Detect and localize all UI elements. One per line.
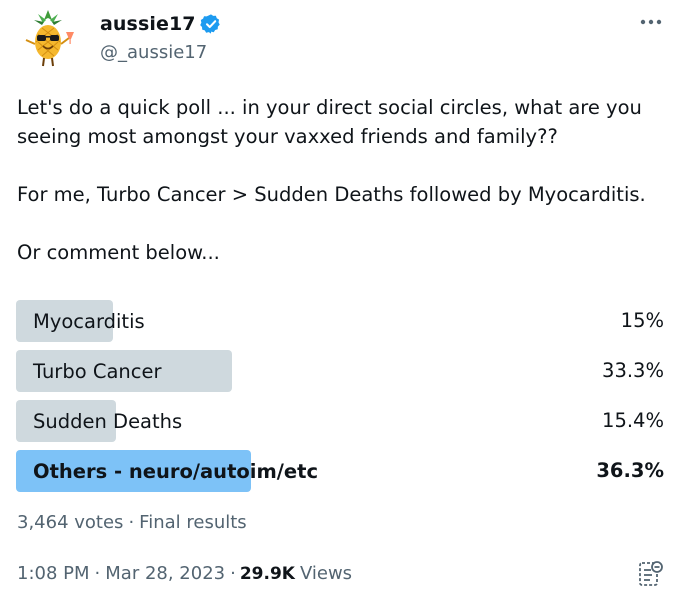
separator-dot: ·: [94, 563, 101, 584]
poll-status: Final results: [139, 512, 247, 533]
post-analytics-icon: [639, 561, 663, 586]
post-analytics-button[interactable]: [638, 560, 664, 588]
views-count: 29.9K: [239, 563, 295, 584]
more-options-button[interactable]: [636, 10, 666, 34]
poll-votes: 3,464 votes: [17, 512, 124, 533]
poll-option-label: Sudden Deaths: [33, 409, 183, 433]
poll-option-label: Turbo Cancer: [33, 359, 162, 383]
poll-option-percent: 15.4%: [602, 409, 664, 432]
author-info: aussie17 @_aussie17: [100, 12, 222, 63]
more-options-icon: [640, 19, 662, 25]
tweet-header: aussie17 @_aussie17: [16, 6, 666, 74]
tweet-date[interactable]: Mar 28, 2023: [105, 563, 225, 584]
views-label: Views: [299, 563, 353, 584]
poll-option-turbo-cancer[interactable]: Turbo Cancer 33.3%: [16, 350, 664, 392]
separator-dot: ·: [230, 563, 236, 584]
display-name-row: aussie17: [100, 12, 222, 36]
poll-option-others[interactable]: Others - neuro/autoim/etc 36.3%: [16, 450, 664, 492]
pineapple-avatar-icon: [16, 6, 80, 70]
poll-option-label: Myocarditis: [33, 309, 145, 333]
display-name[interactable]: aussie17: [100, 13, 196, 35]
poll: Myocarditis 15% Turbo Cancer 33.3% Sudde…: [16, 300, 664, 500]
poll-option-sudden-deaths[interactable]: Sudden Deaths 15.4%: [16, 400, 664, 442]
poll-option-percent: 15%: [620, 309, 664, 332]
author-handle[interactable]: @_aussie17: [100, 42, 222, 63]
poll-option-percent: 33.3%: [602, 359, 664, 382]
tweet-timestamp-row: 1:08 PM · Mar 28, 2023 · 29.9K Views: [17, 563, 352, 584]
poll-option-percent: 36.3%: [596, 459, 664, 482]
poll-option-myocarditis[interactable]: Myocarditis 15%: [16, 300, 664, 342]
poll-summary: 3,464 votes · Final results: [17, 512, 247, 533]
author-avatar[interactable]: [16, 6, 80, 70]
separator-dot: ·: [128, 512, 135, 533]
tweet-time[interactable]: 1:08 PM: [17, 563, 90, 584]
poll-option-label: Others - neuro/autoim/etc: [33, 459, 319, 483]
verified-badge-icon: [199, 13, 222, 35]
tweet-text: Let's do a quick poll ... in your direct…: [17, 96, 646, 264]
